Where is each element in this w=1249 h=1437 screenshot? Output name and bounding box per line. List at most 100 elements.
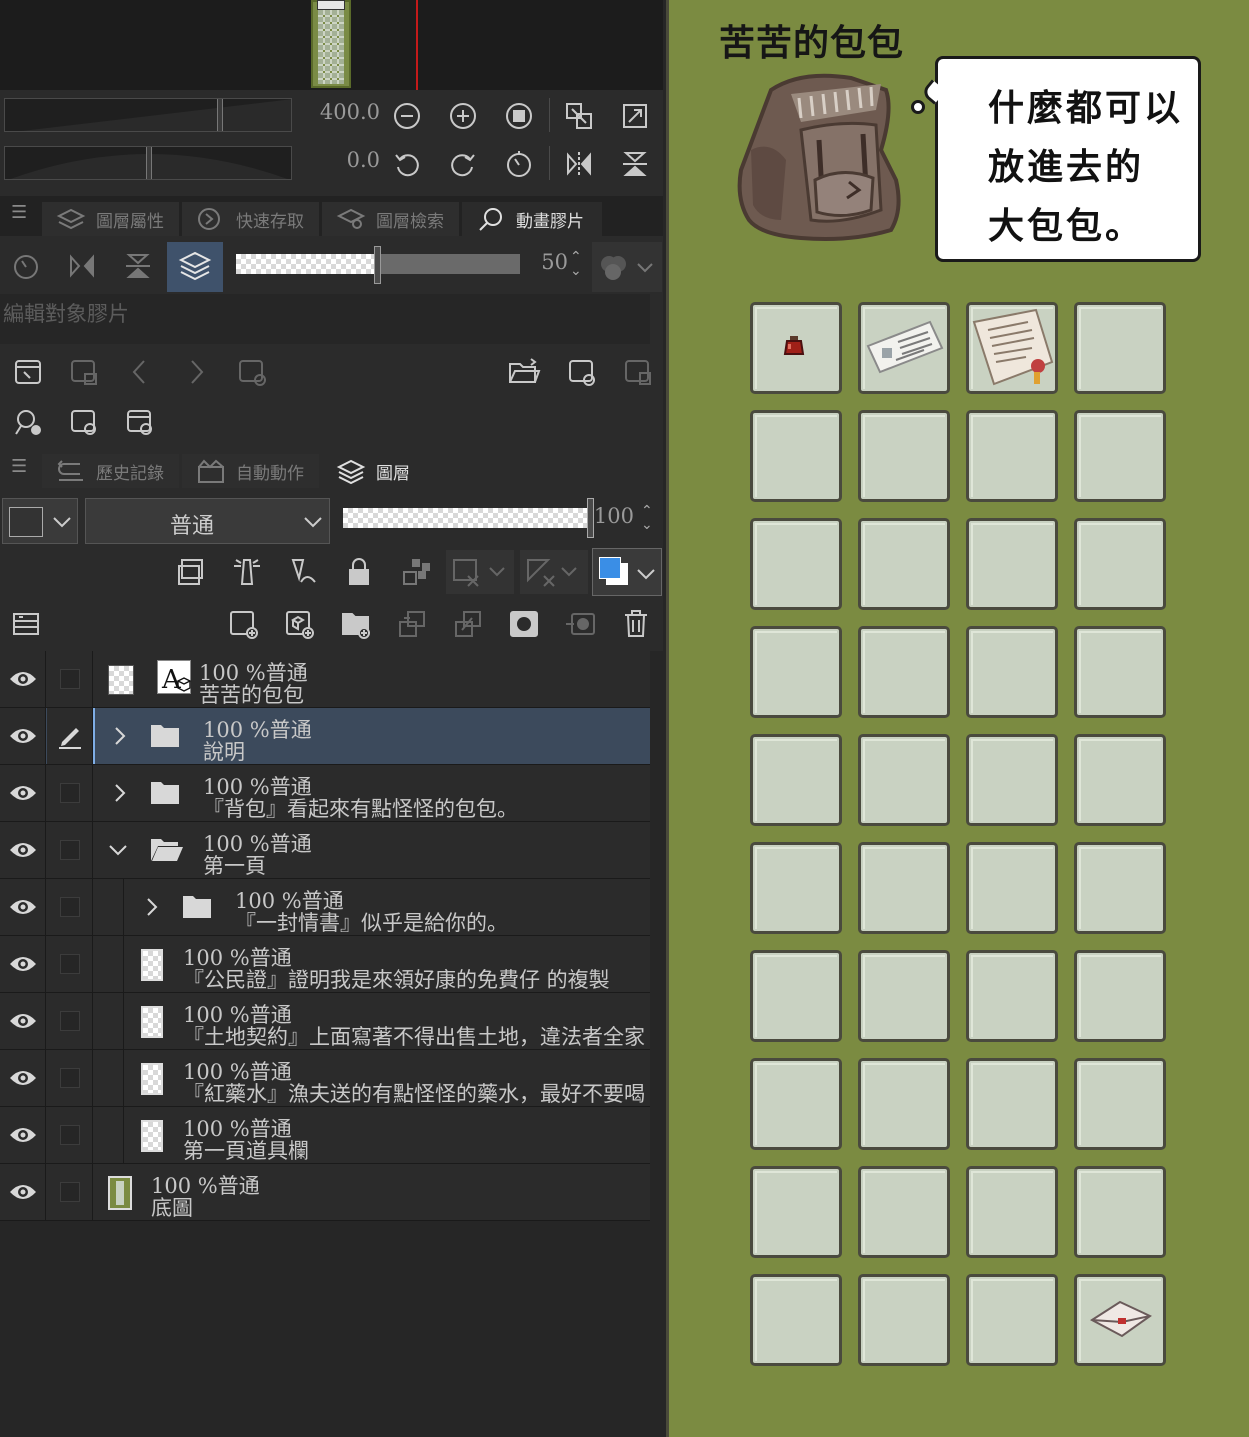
canvas-artwork[interactable]: 苦苦的包包 什麼都可以 放進去的 大包包。 — [666, 0, 1249, 1437]
chevron-right-icon[interactable] — [110, 781, 130, 805]
inventory-slot[interactable] — [1074, 302, 1166, 394]
visibility-eye-icon[interactable] — [0, 822, 46, 878]
cel-opacity-value[interactable]: 50 — [488, 250, 568, 274]
layer-select-checkbox[interactable] — [47, 1164, 93, 1220]
layer-row[interactable]: 100 %普通 『背包』看起來有點怪怪的包包。 — [0, 765, 650, 822]
inventory-slot[interactable] — [750, 410, 842, 502]
flip-horizontal-icon[interactable] — [559, 144, 599, 184]
inventory-slot[interactable] — [750, 1058, 842, 1150]
layer-color-swatch-dropdown[interactable] — [592, 548, 662, 596]
rotate-slider[interactable] — [4, 146, 292, 180]
prev-cel-icon[interactable] — [120, 352, 160, 392]
visibility-eye-icon[interactable] — [0, 879, 46, 935]
zoom-in-icon[interactable] — [443, 96, 483, 136]
inventory-slot[interactable] — [858, 1166, 950, 1258]
layer-opacity-value[interactable]: 100 — [554, 504, 634, 528]
add-cel-icon[interactable] — [232, 352, 272, 392]
fit-navigator-icon[interactable] — [615, 96, 655, 136]
cel-opacity-spinner[interactable]: ⌃ ⌄ — [570, 250, 582, 278]
visibility-eye-icon[interactable] — [0, 936, 46, 992]
inventory-slot[interactable] — [966, 1274, 1058, 1366]
onion-skin-rotate-icon[interactable] — [6, 246, 46, 286]
inventory-slot[interactable] — [750, 626, 842, 718]
onion-flip-h-icon[interactable] — [62, 246, 102, 286]
inventory-slot[interactable] — [1074, 1166, 1166, 1258]
layer-row[interactable]: 100 %普通 底圖 — [0, 1164, 650, 1221]
inventory-slot[interactable] — [966, 842, 1058, 934]
layer-row[interactable]: A 100 %普通 苦苦的包包 — [0, 651, 650, 708]
visibility-eye-icon[interactable] — [0, 708, 46, 764]
tab-layer[interactable]: 圖層 — [322, 454, 420, 488]
inventory-slot[interactable] — [1074, 842, 1166, 934]
layer-row[interactable]: 100 %普通 『紅藥水』漁夫送的有點怪怪的藥水，最好不要喝。 — [0, 1050, 650, 1107]
new-vector-layer-icon[interactable] — [280, 604, 320, 644]
inventory-slot[interactable] — [858, 950, 950, 1042]
inventory-slot[interactable] — [858, 518, 950, 610]
inventory-slot[interactable] — [966, 518, 1058, 610]
rotate-slider-handle[interactable] — [146, 147, 152, 179]
rotate-value[interactable]: 0.0 — [300, 148, 380, 172]
zoom-slider-handle[interactable] — [217, 99, 223, 131]
zoom-value[interactable]: 400.0 — [300, 100, 380, 124]
inventory-slot[interactable] — [858, 626, 950, 718]
layer-select-checkbox[interactable] — [47, 936, 93, 992]
visibility-eye-icon[interactable] — [0, 765, 46, 821]
layer-select-checkbox[interactable] — [47, 651, 93, 707]
zoom-slider[interactable] — [4, 98, 292, 132]
visibility-eye-icon[interactable] — [0, 1050, 46, 1106]
flip-vertical-icon[interactable] — [615, 144, 655, 184]
onion-flip-v-icon[interactable] — [118, 246, 158, 286]
inventory-slot[interactable] — [750, 1166, 842, 1258]
inventory-slot[interactable] — [858, 1274, 950, 1366]
inventory-slot[interactable] — [858, 1058, 950, 1150]
mask-dropdown[interactable] — [446, 550, 514, 594]
cel-note-icon[interactable] — [64, 402, 104, 442]
transfer-to-lower-layer-icon[interactable] — [392, 604, 432, 644]
layer-row[interactable]: 100 %普通 『土地契約』上面寫著不得出售土地，違法者全家爛ㄐㄐ — [0, 993, 650, 1050]
inventory-slot[interactable] — [858, 410, 950, 502]
layer-row[interactable]: 100 %普通 第一頁 — [0, 822, 650, 879]
combine-to-lower-layer-icon[interactable] — [448, 604, 488, 644]
tab-history[interactable]: 歷史記錄 — [42, 454, 179, 488]
inventory-slot[interactable] — [966, 302, 1058, 394]
zoom-out-icon[interactable] — [387, 96, 427, 136]
inventory-slot[interactable] — [1074, 1058, 1166, 1150]
inventory-slot[interactable] — [1074, 950, 1166, 1042]
tab-layer-search[interactable]: 圖層檢索 — [322, 202, 459, 236]
new-raster-layer-icon[interactable] — [224, 604, 264, 644]
tab-animation-cel[interactable]: 動畫膠片 — [462, 202, 602, 236]
layer-row-selected[interactable]: 100 %普通 說明 — [0, 708, 650, 765]
layer-color-dropdown[interactable] — [2, 498, 78, 544]
inventory-slot[interactable] — [966, 1058, 1058, 1150]
navigator-view-frame[interactable] — [416, 0, 418, 90]
chevron-right-icon[interactable] — [110, 724, 130, 748]
inventory-slot[interactable] — [966, 1166, 1058, 1258]
inventory-slot[interactable] — [966, 626, 1058, 718]
inventory-slot[interactable] — [858, 734, 950, 826]
layer-select-checkbox[interactable] — [47, 822, 93, 878]
cel-opacity-slider[interactable] — [236, 254, 376, 274]
lock-cel-icon[interactable] — [64, 352, 104, 392]
inventory-slot[interactable] — [858, 302, 950, 394]
layer-select-checkbox[interactable] — [47, 1107, 93, 1163]
tab-auto-action[interactable]: 自動動作 — [182, 454, 319, 488]
new-folder-icon[interactable] — [336, 604, 376, 644]
panel-menu-icon[interactable]: ☰ — [11, 202, 27, 223]
tab-quick-access[interactable]: 快速存取 — [182, 202, 319, 236]
delete-layer-icon[interactable] — [616, 604, 656, 644]
inventory-slot[interactable] — [1074, 410, 1166, 502]
next-cel-icon[interactable] — [176, 352, 216, 392]
edit-pencil-icon[interactable] — [47, 708, 93, 764]
inventory-slot[interactable] — [750, 950, 842, 1042]
chevron-down-icon[interactable] — [106, 840, 130, 860]
reset-rotation-icon[interactable] — [499, 144, 539, 184]
inventory-slot[interactable] — [1074, 518, 1166, 610]
visibility-eye-icon[interactable] — [0, 1164, 46, 1220]
inventory-slot[interactable] — [750, 1274, 842, 1366]
panel-menu-icon[interactable]: ☰ — [11, 456, 27, 477]
layer-opacity-spinner[interactable]: ⌃ ⌄ — [641, 504, 653, 532]
delete-cel-icon[interactable] — [618, 352, 658, 392]
clip-to-layer-below-icon[interactable] — [171, 552, 211, 592]
edit-target-cel-field[interactable]: 編輯對象膠片 — [0, 294, 650, 344]
lock-transparent-pixels-icon[interactable] — [395, 552, 435, 592]
